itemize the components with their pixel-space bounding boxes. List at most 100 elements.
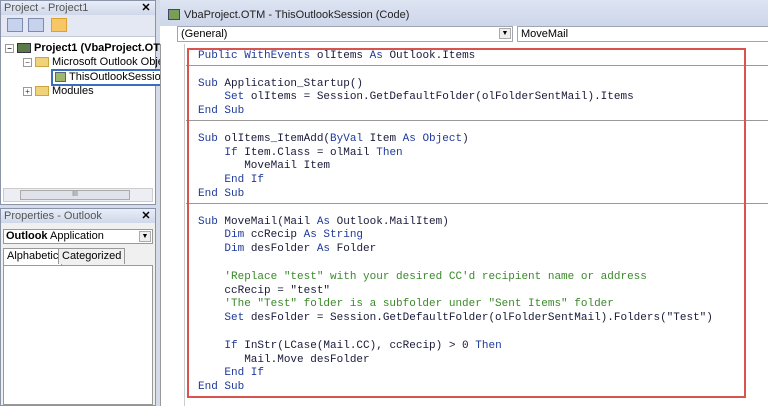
code-line[interactable]: Set desFolder = Session.GetDefaultFolder… (186, 312, 768, 326)
code-line[interactable]: 'Replace "test" with your desired CC'd r… (186, 271, 768, 285)
code-line[interactable]: If InStr(LCase(Mail.CC), ccRecip) > 0 Th… (186, 340, 768, 354)
properties-window: Properties - Outlook ✕ Outlook Applicati… (0, 208, 156, 406)
object-combo-value: (General) (181, 28, 228, 40)
code-keyword: As (369, 50, 390, 62)
vba-project-icon (168, 9, 180, 20)
code-line[interactable]: Mail.Move desFolder (186, 354, 768, 368)
tab-categorized[interactable]: Categorized (58, 248, 126, 264)
code-keyword: As (316, 243, 337, 256)
code-window-title: VbaProject.OTM - ThisOutlookSession (Cod… (160, 0, 768, 26)
tree-node-outlook-objects[interactable]: − Microsoft Outlook Objects (23, 56, 178, 69)
code-keyword: If (198, 146, 245, 159)
close-icon[interactable]: ✕ (140, 2, 152, 14)
code-line[interactable]: End Sub (186, 188, 768, 202)
object-combo[interactable]: (General) ▼ (177, 26, 513, 42)
code-line[interactable]: ccRecip = "test" (186, 285, 768, 299)
code-text: MoveMail Item (198, 160, 331, 173)
view-code-icon[interactable] (7, 18, 23, 32)
code-margin (160, 44, 185, 406)
code-line[interactable] (186, 64, 768, 78)
object-selector[interactable]: Outlook Application ▼ (3, 229, 153, 244)
close-icon[interactable]: ✕ (140, 210, 152, 222)
code-line[interactable]: End If (186, 367, 768, 381)
code-keyword: End Sub (198, 187, 245, 200)
tree-node-thisoutlooksession[interactable]: ThisOutlookSession (51, 69, 171, 86)
code-keyword: As String (303, 229, 364, 242)
expand-icon[interactable]: + (23, 86, 32, 96)
object-type: Application (50, 230, 104, 242)
folder-icon (35, 57, 49, 68)
tree-label: ThisOutlookSession (69, 71, 167, 83)
code-line[interactable]: Sub MoveMail(Mail As Outlook.MailItem) (186, 216, 768, 230)
code-keyword: As (316, 215, 337, 228)
properties-list[interactable] (3, 265, 153, 405)
code-text: InStr(LCase(Mail.CC), ccRecip) > 0 (244, 339, 476, 352)
code-text: Mail.Move desFolder (198, 353, 370, 366)
code-line[interactable]: Dim ccRecip As String (186, 229, 768, 243)
code-keyword: Set (198, 91, 251, 104)
tab-alphabetic[interactable]: Alphabetic (3, 248, 63, 265)
chevron-down-icon[interactable]: ▼ (499, 28, 511, 39)
tree-label: Modules (52, 85, 94, 97)
code-text: olItems_ItemAdd( (224, 132, 331, 145)
scrollbar-thumb[interactable]: III (20, 190, 130, 200)
view-object-icon[interactable] (28, 18, 44, 32)
collapse-icon[interactable]: − (5, 43, 14, 53)
code-comment: 'The "Test" folder is a subfolder under … (198, 298, 614, 311)
code-line[interactable]: 'The "Test" folder is a subfolder under … (186, 298, 768, 312)
project-tree: − Project1 (VbaProject.OTM) − Microsoft Ou… (1, 39, 178, 187)
code-line[interactable]: End If (186, 174, 768, 188)
code-keyword: Dim (198, 243, 251, 256)
code-line[interactable]: MoveMail Item (186, 160, 768, 174)
code-editor[interactable]: Public WithEvents olItems As Outlook.Ite… (186, 50, 768, 395)
code-text: ccRecip (250, 229, 304, 242)
code-keyword: Dim (198, 229, 251, 242)
code-line[interactable] (186, 326, 768, 340)
project-toolbar (1, 15, 155, 37)
code-keyword: End If (198, 367, 265, 380)
procedure-combo-value: MoveMail (521, 28, 569, 40)
code-line[interactable] (186, 202, 768, 216)
code-line[interactable]: Public WithEvents olItems As Outlook.Ite… (186, 50, 768, 64)
code-text: desFolder (250, 243, 317, 256)
procedure-combo[interactable]: MoveMail (517, 26, 768, 42)
code-line[interactable] (186, 119, 768, 133)
code-title-text: VbaProject.OTM - ThisOutlookSession (Cod… (184, 9, 410, 21)
tree-node-modules[interactable]: + Modules (23, 85, 94, 98)
tree-node-project[interactable]: − Project1 (VbaProject.OTM) (5, 42, 173, 55)
chevron-down-icon[interactable]: ▼ (139, 231, 151, 242)
code-line[interactable]: End Sub (186, 381, 768, 395)
code-keyword: Set (198, 312, 251, 325)
code-line[interactable] (186, 257, 768, 271)
code-text: Folder (336, 243, 377, 256)
code-text: olItems (316, 50, 370, 62)
code-text: ) (462, 132, 469, 145)
project-explorer: Project - Project1 ✕ − Project1 (VbaProje… (0, 0, 178, 205)
horizontal-scrollbar[interactable]: III (3, 188, 153, 202)
project-icon (17, 43, 31, 54)
code-line[interactable]: Dim desFolder As Folder (186, 243, 768, 257)
code-line[interactable]: End Sub (186, 105, 768, 119)
toggle-folders-icon[interactable] (51, 18, 67, 32)
code-comment: 'Replace "test" with your desired CC'd r… (198, 270, 647, 283)
code-keyword: Sub (198, 215, 225, 228)
code-text: Outlook.MailItem) (336, 215, 449, 228)
code-line[interactable]: If Item.Class = olMail Then (186, 147, 768, 161)
code-text: desFolder = Session.GetDefaultFolder(olF… (250, 312, 713, 325)
code-keyword: If (198, 339, 245, 352)
code-keyword: Then (475, 339, 502, 352)
properties-title: Properties - Outlook ✕ (1, 209, 155, 223)
code-text: olItems = Session.GetDefaultFolder(olFol… (250, 91, 634, 104)
code-text: Item.Class = olMail (244, 146, 377, 159)
code-line[interactable]: Sub olItems_ItemAdd(ByVal Item As Object… (186, 133, 768, 147)
project-explorer-title: Project - Project1 ✕ (1, 1, 155, 15)
folder-icon (35, 86, 49, 97)
code-line[interactable]: Sub Application_Startup() (186, 78, 768, 92)
properties-title-text: Properties - Outlook (4, 210, 102, 222)
code-keyword: Sub (198, 77, 225, 90)
code-line[interactable]: Set olItems = Session.GetDefaultFolder(o… (186, 91, 768, 105)
code-keyword: End If (198, 174, 265, 187)
code-text: MoveMail(Mail (224, 215, 317, 228)
code-keyword: Then (376, 146, 403, 159)
collapse-icon[interactable]: − (23, 57, 32, 67)
